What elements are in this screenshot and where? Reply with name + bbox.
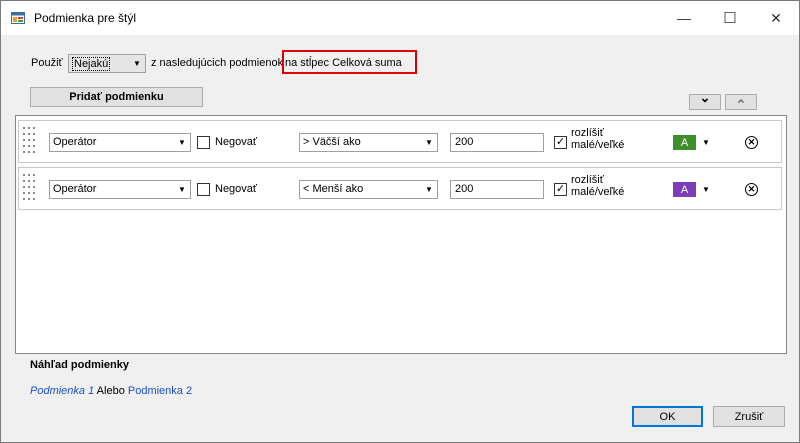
minimize-button[interactable]: — (661, 1, 707, 35)
condition-row: Operátor ▼ Negovať > Väčší ako ▼ 200 ✓ r… (18, 120, 782, 163)
app-window-icon (11, 12, 25, 24)
style-color-button[interactable]: A (673, 135, 696, 150)
chevron-down-icon[interactable]: ▼ (702, 185, 710, 194)
style-color-button[interactable]: A (673, 182, 696, 197)
value-input[interactable]: 200 (450, 133, 544, 152)
operator-select[interactable]: < Menší ako ▼ (299, 180, 438, 199)
case-label-line2: malé/veľké (571, 139, 625, 151)
field-select[interactable]: Operátor ▼ (49, 180, 191, 199)
conditions-list: Operátor ▼ Negovať > Väčší ako ▼ 200 ✓ r… (15, 115, 787, 354)
maximize-button[interactable]: ☐ (707, 1, 753, 35)
negate-checkbox[interactable] (197, 183, 210, 196)
chevron-down-icon: ▼ (178, 138, 186, 147)
preview-conjunction: Alebo (96, 385, 125, 397)
chevron-down-icon[interactable]: ▼ (702, 138, 710, 147)
preview-condition-1-link[interactable]: Podmienka 1 (30, 385, 94, 397)
condition-preview: Podmienka 1 Alebo Podmienka 2 (30, 385, 192, 397)
apply-label: Použiť (31, 57, 63, 69)
drag-handle-icon[interactable] (21, 172, 39, 209)
condition-row: Operátor ▼ Negovať < Menší ako ▼ 200 ✓ r… (18, 167, 782, 210)
case-label-line2: malé/veľké (571, 186, 625, 198)
drag-handle-icon[interactable] (21, 125, 39, 162)
minimize-icon: — (677, 10, 691, 26)
window-title: Podmienka pre štýl (34, 11, 137, 25)
field-value: Operátor (53, 183, 97, 195)
title-bar[interactable]: Podmienka pre štýl — ☐ ✕ (1, 1, 799, 35)
maximize-icon: ☐ (723, 10, 737, 27)
ok-button[interactable]: OK (632, 406, 703, 427)
case-label-line1: rozlíšiť (571, 127, 604, 139)
negate-label: Negovať (215, 183, 258, 195)
chevron-down-icon: ▼ (425, 138, 433, 147)
close-button[interactable]: ✕ (753, 1, 799, 35)
case-label-line1: rozlíšiť (571, 174, 604, 186)
chevron-down-icon: ⌄ (699, 90, 711, 105)
chevron-down-icon: ▼ (425, 185, 433, 194)
close-icon: ✕ (770, 9, 782, 26)
field-value: Operátor (53, 136, 97, 148)
move-down-button[interactable]: ⌄ (689, 90, 721, 110)
dialog-window: Podmienka pre štýl — ☐ ✕ Použiť Nejakú ▼… (0, 0, 800, 443)
preview-title: Náhľad podmienky (30, 359, 129, 371)
chevron-up-icon: ⌃ (735, 97, 747, 112)
dialog-content: Použiť Nejakú ▼ z nasledujúcich podmieno… (1, 35, 799, 442)
case-sensitive-checkbox[interactable]: ✓ (554, 183, 567, 196)
chevron-down-icon: ▼ (133, 59, 141, 68)
case-sensitive-checkbox[interactable]: ✓ (554, 136, 567, 149)
operator-value: > Väčší ako (303, 136, 361, 148)
operator-select[interactable]: > Väčší ako ▼ (299, 133, 438, 152)
apply-mode-value: Nejakú (72, 57, 111, 71)
preview-condition-2-link[interactable]: Podmienka 2 (128, 385, 192, 397)
negate-checkbox[interactable] (197, 136, 210, 149)
highlight-box (282, 50, 417, 74)
chevron-down-icon: ▼ (178, 185, 186, 194)
remove-condition-icon[interactable]: ✕ (745, 183, 758, 196)
remove-condition-icon[interactable]: ✕ (745, 136, 758, 149)
value-input[interactable]: 200 (450, 180, 544, 199)
add-condition-button[interactable]: Pridať podmienku (30, 87, 203, 107)
conditions-text: z nasledujúcich podmienok (151, 57, 284, 69)
case-sensitive-label: rozlíšiť malé/veľké (571, 174, 624, 198)
operator-value: < Menší ako (303, 183, 364, 195)
move-up-button[interactable]: ⌃ (725, 94, 757, 112)
cancel-button[interactable]: Zrušiť (713, 406, 785, 427)
apply-mode-select[interactable]: Nejakú ▼ (68, 54, 146, 73)
field-select[interactable]: Operátor ▼ (49, 133, 191, 152)
case-sensitive-label: rozlíšiť malé/veľké (571, 127, 624, 151)
negate-label: Negovať (215, 136, 258, 148)
